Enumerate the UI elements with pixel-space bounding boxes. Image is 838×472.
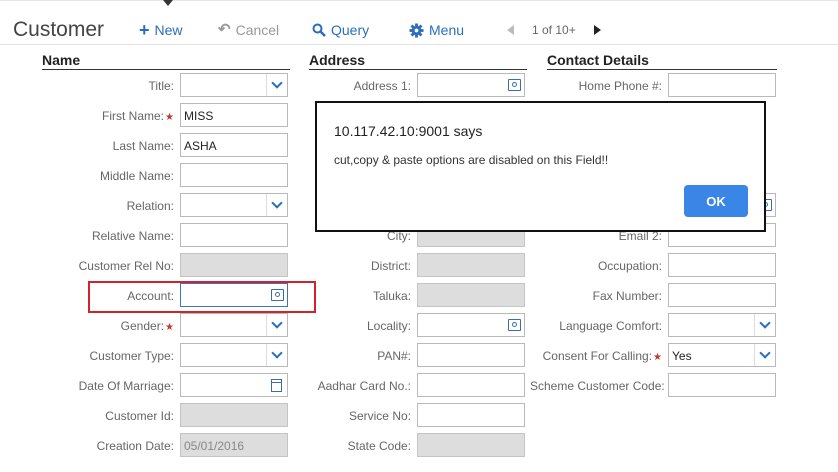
service-no-input[interactable] bbox=[417, 403, 525, 427]
lookup-icon[interactable] bbox=[508, 319, 521, 331]
query-button[interactable]: Query bbox=[312, 22, 369, 38]
occupation-input[interactable] bbox=[668, 253, 776, 277]
locality-input[interactable] bbox=[417, 313, 525, 337]
dialog-message: cut,copy & paste options are disabled on… bbox=[334, 153, 609, 167]
chevron-down-icon[interactable] bbox=[266, 344, 287, 366]
toolbar: Customer + New ↶ Cancel Query Menu 1 of … bbox=[0, 8, 838, 45]
section-contact-heading: Contact Details bbox=[547, 52, 649, 68]
language-label: Language Comfort: bbox=[559, 319, 662, 333]
home-phone-input[interactable] bbox=[668, 73, 776, 97]
title-label: Title: bbox=[148, 79, 174, 93]
divider bbox=[309, 69, 527, 70]
cancel-button[interactable]: ↶ Cancel bbox=[218, 22, 279, 38]
required-star-icon: ★ bbox=[165, 322, 174, 333]
divider bbox=[42, 69, 290, 70]
consent-label: Consent For Calling:★ bbox=[542, 349, 662, 363]
address1-input[interactable] bbox=[417, 73, 525, 97]
next-record-icon[interactable] bbox=[593, 25, 601, 35]
last-name-input[interactable]: ASHA bbox=[180, 133, 288, 157]
district-label: District: bbox=[371, 259, 411, 273]
page-title: Customer bbox=[13, 18, 105, 41]
home-phone-label: Home Phone #: bbox=[578, 79, 662, 93]
scheme-code-label: Scheme Customer Code: bbox=[530, 379, 665, 393]
middle-name-label: Middle Name: bbox=[99, 169, 174, 183]
gender-select[interactable] bbox=[180, 313, 288, 337]
occupation-label: Occupation: bbox=[597, 259, 662, 273]
section-name-heading: Name bbox=[42, 52, 81, 68]
dropdown-notch-icon bbox=[163, 0, 173, 6]
customer-type-select[interactable] bbox=[180, 343, 288, 367]
required-star-icon: ★ bbox=[165, 112, 174, 123]
consent-select[interactable]: Yes bbox=[668, 343, 776, 367]
district-input bbox=[417, 253, 525, 277]
dialog-title: 10.117.42.10:9001 says bbox=[334, 123, 483, 139]
customer-id-input bbox=[180, 403, 288, 427]
calendar-icon[interactable] bbox=[271, 379, 282, 392]
locality-label: Locality: bbox=[366, 319, 411, 333]
taluka-input bbox=[417, 283, 525, 307]
pager: 1 of 10+ bbox=[507, 23, 601, 37]
customer-rel-no-input bbox=[180, 253, 288, 277]
required-star-icon: ★ bbox=[653, 352, 662, 363]
top-border bbox=[0, 0, 838, 6]
aadhar-input[interactable] bbox=[417, 373, 525, 397]
first-name-input[interactable]: MISS bbox=[180, 103, 288, 127]
service-no-label: Service No: bbox=[348, 409, 411, 423]
taluka-label: Taluka: bbox=[372, 289, 411, 303]
title-select[interactable] bbox=[180, 73, 288, 97]
plus-icon: + bbox=[139, 20, 150, 40]
middle-name-input[interactable] bbox=[180, 163, 288, 187]
chevron-down-icon[interactable] bbox=[754, 314, 775, 336]
highlight-box bbox=[88, 281, 316, 313]
customer-id-label: Customer Id: bbox=[105, 409, 174, 423]
language-select[interactable] bbox=[668, 313, 776, 337]
gender-label: Gender:★ bbox=[120, 319, 174, 333]
cancel-label: Cancel bbox=[235, 22, 280, 38]
relation-label: Relation: bbox=[126, 199, 174, 213]
chevron-down-icon[interactable] bbox=[266, 314, 287, 336]
relation-select[interactable] bbox=[180, 193, 288, 217]
gear-icon bbox=[409, 22, 424, 38]
menu-button[interactable]: Menu bbox=[409, 22, 464, 38]
state-code-label: State Code: bbox=[347, 439, 411, 453]
address1-label: Address 1: bbox=[353, 79, 411, 93]
state-code-input bbox=[417, 433, 525, 457]
creation-date-input: 05/01/2016 bbox=[180, 433, 288, 457]
customer-type-label: Customer Type: bbox=[89, 349, 174, 363]
undo-icon: ↶ bbox=[218, 21, 231, 38]
new-button[interactable]: + New bbox=[139, 20, 183, 40]
scheme-code-input[interactable] bbox=[668, 373, 776, 397]
pager-text: 1 of 10+ bbox=[532, 23, 576, 37]
date-of-marriage-label: Date Of Marriage: bbox=[78, 379, 174, 393]
divider bbox=[547, 69, 777, 70]
aadhar-label: Aadhar Card No.: bbox=[317, 379, 411, 393]
ok-button[interactable]: OK bbox=[684, 185, 748, 217]
date-of-marriage-input[interactable] bbox=[180, 373, 288, 397]
chevron-down-icon[interactable] bbox=[266, 74, 287, 96]
search-icon bbox=[312, 23, 326, 37]
relative-name-input[interactable] bbox=[180, 223, 288, 247]
pan-label: PAN#: bbox=[377, 349, 411, 363]
creation-date-label: Creation Date: bbox=[96, 439, 174, 453]
first-name-label: First Name:★ bbox=[102, 109, 174, 123]
lookup-icon[interactable] bbox=[508, 79, 521, 91]
query-label: Query bbox=[331, 22, 370, 38]
pan-input[interactable] bbox=[417, 343, 525, 367]
fax-label: Fax Number: bbox=[592, 289, 662, 303]
new-label: New bbox=[154, 22, 183, 38]
chevron-down-icon[interactable] bbox=[754, 344, 775, 366]
alert-dialog: 10.117.42.10:9001 says cut,copy & paste … bbox=[315, 101, 766, 232]
menu-label: Menu bbox=[429, 22, 465, 38]
customer-rel-no-label: Customer Rel No: bbox=[78, 259, 174, 273]
last-name-label: Last Name: bbox=[112, 139, 174, 153]
chevron-down-icon[interactable] bbox=[266, 194, 287, 216]
section-address-heading: Address bbox=[309, 52, 366, 68]
relative-name-label: Relative Name: bbox=[91, 229, 174, 243]
previous-record-icon[interactable] bbox=[507, 25, 514, 35]
fax-input[interactable] bbox=[668, 283, 776, 307]
